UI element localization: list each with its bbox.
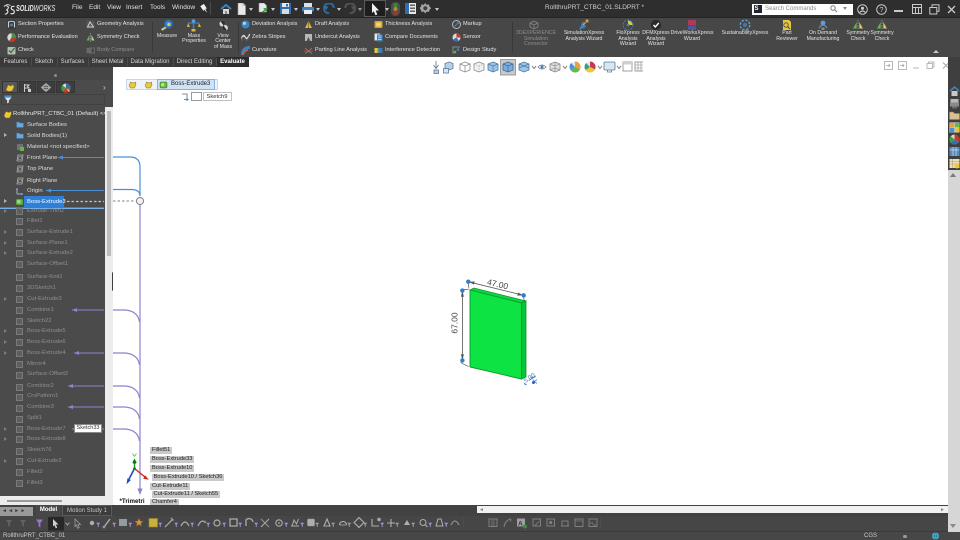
svg-text:?: ? [879, 5, 883, 14]
svg-text:A: A [518, 521, 523, 528]
